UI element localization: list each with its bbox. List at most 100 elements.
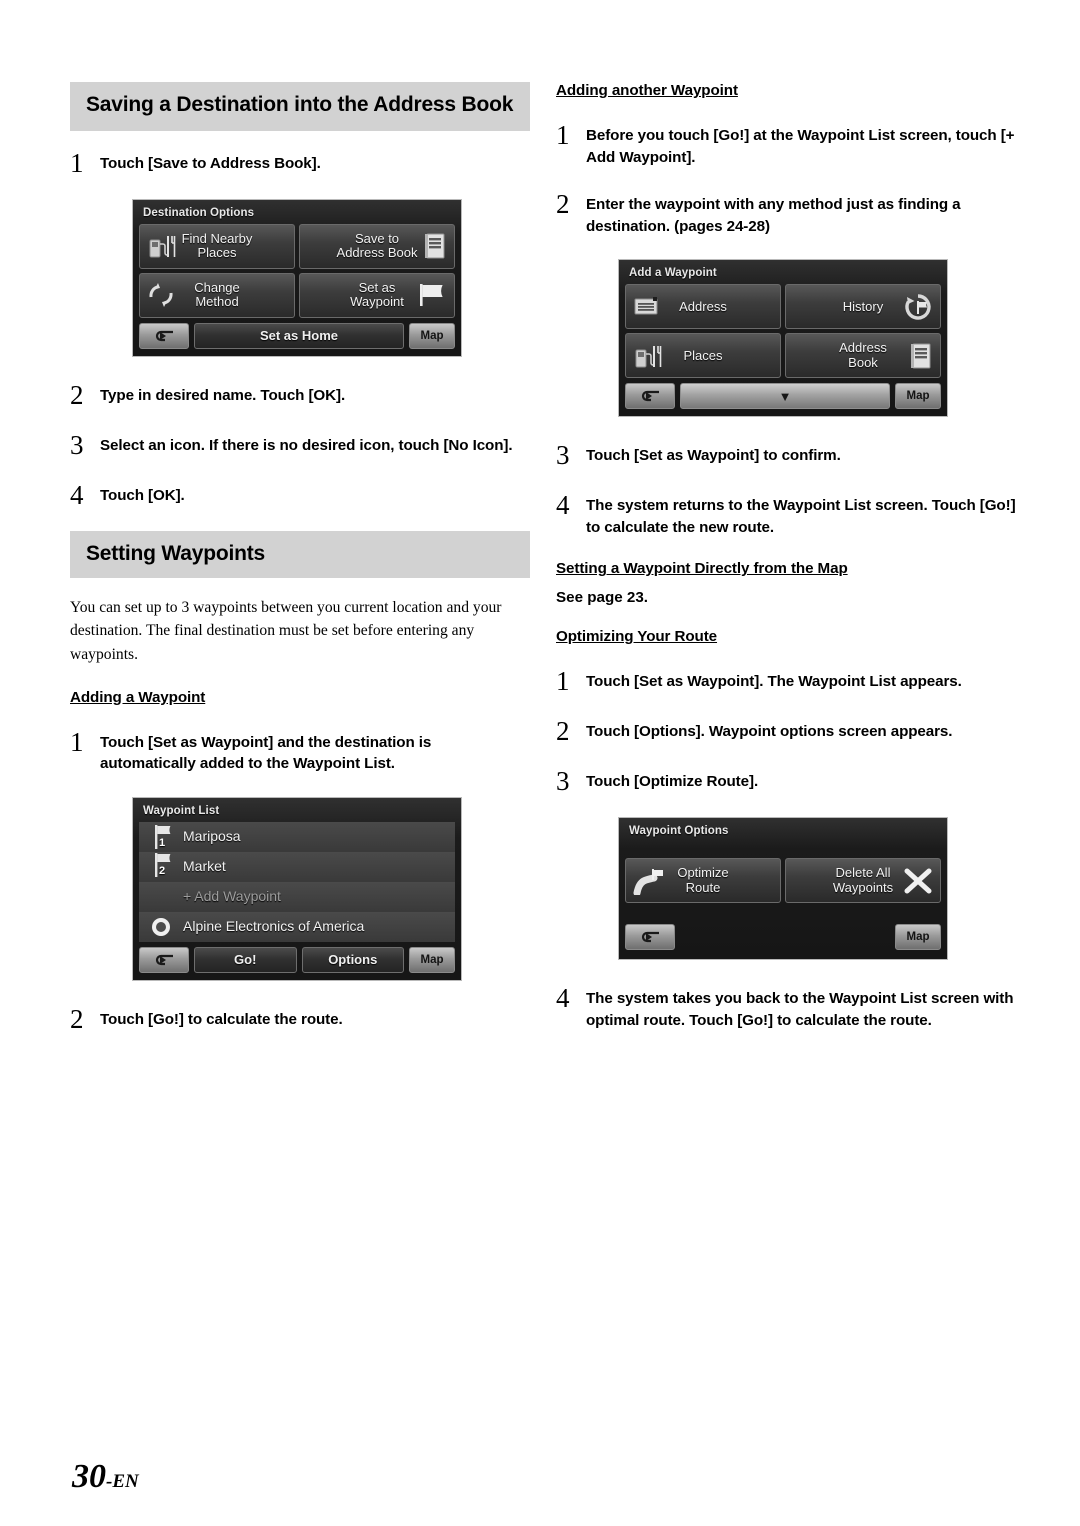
two-arrows-icon xyxy=(147,281,177,309)
back-arrow-icon xyxy=(155,330,173,341)
step-text: Touch [Save to Address Book]. xyxy=(100,154,321,172)
left-column: Saving a Destination into the Address Bo… xyxy=(70,82,530,1055)
step-number: 2 xyxy=(70,379,84,410)
step-number: 3 xyxy=(70,429,84,460)
step-text: Type in desired name. Touch [OK]. xyxy=(100,386,346,404)
flag-icon xyxy=(417,281,447,309)
step-number: 1 xyxy=(70,147,84,178)
button-grid: Optimize Route Delete All Waypoints xyxy=(625,858,941,904)
waypoint-row-label: Market xyxy=(183,858,226,875)
address-button[interactable]: Address xyxy=(625,284,781,330)
add-a-waypoint-screenshot: Add a Waypoint Address History Places Ad… xyxy=(618,259,948,418)
setting-waypoints-intro: You can set up to 3 waypoints between yo… xyxy=(70,598,502,664)
page-footer: 30-EN xyxy=(72,1458,139,1496)
bottom-bar: Set as Home Map xyxy=(139,322,455,349)
back-arrow-icon xyxy=(641,391,659,402)
bottom-bar: Go! Options Map xyxy=(139,946,455,973)
subheading-adding-another-waypoint: Adding another Waypoint xyxy=(556,82,738,99)
page-number: 30 xyxy=(72,1458,106,1495)
delete-all-waypoints-button[interactable]: Delete All Waypoints xyxy=(785,858,941,904)
bottom-bar: Map xyxy=(625,924,941,951)
address-card-icon xyxy=(633,295,661,319)
waypoint-rows: 1 Mariposa 2 Market + Add Waypoint Alpin… xyxy=(139,821,455,942)
screen-title: Destination Options xyxy=(143,206,255,219)
step-number: 1 xyxy=(556,666,570,697)
svg-text:1: 1 xyxy=(159,837,165,849)
waypoint-row-1[interactable]: 1 Mariposa xyxy=(139,821,455,852)
options-button[interactable]: Options xyxy=(301,946,404,973)
add-waypoint-row[interactable]: + Add Waypoint xyxy=(139,881,455,912)
step-text: Select an icon. If there is no desired i… xyxy=(100,436,513,454)
find-nearby-places-button[interactable]: Find Nearby Places xyxy=(139,223,295,269)
history-button[interactable]: History xyxy=(785,284,941,330)
section-heading-saving-destination: Saving a Destination into the Address Bo… xyxy=(70,82,530,131)
step-item: 1 Touch [Save to Address Book]. xyxy=(70,149,530,177)
subheading-waypoint-from-map: Setting a Waypoint Directly from the Map xyxy=(556,560,848,578)
optimize-route-button[interactable]: Optimize Route xyxy=(625,858,781,904)
bottom-bar: ▼ Map xyxy=(625,383,941,410)
map-button[interactable]: Map xyxy=(895,383,941,410)
waypoint-list-screenshot: Waypoint List 1 Mariposa 2 Market + Add … xyxy=(132,796,462,981)
step-item: 2 Touch [Options]. Waypoint options scre… xyxy=(556,717,1016,745)
back-button[interactable] xyxy=(625,924,675,951)
places-button[interactable]: Places xyxy=(625,333,781,379)
button-grid: Address History Places Address Book xyxy=(625,284,941,379)
waypoint-row-2[interactable]: 2 Market xyxy=(139,851,455,882)
address-book-button[interactable]: Address Book xyxy=(785,333,941,379)
right-column: Adding another Waypoint 1 Before you tou… xyxy=(556,82,1016,1054)
back-button[interactable] xyxy=(139,322,189,349)
address-book-icon xyxy=(909,342,933,370)
waypoint-row-label: + Add Waypoint xyxy=(183,888,281,905)
destination-options-screenshot: Destination Options Find Nearby Places S… xyxy=(132,198,462,357)
step-item: 4 The system takes you back to the Waypo… xyxy=(556,984,1016,1031)
gas-pump-fork-knife-icon xyxy=(147,232,177,260)
step-number: 4 xyxy=(70,479,84,510)
step-item: 4 Touch [OK]. xyxy=(70,481,530,509)
destination-row[interactable]: Alpine Electronics of America xyxy=(139,911,455,942)
save-to-address-book-button[interactable]: Save to Address Book xyxy=(299,223,455,269)
page-language-suffix: -EN xyxy=(106,1471,139,1492)
scroll-down-button[interactable]: ▼ xyxy=(680,383,890,410)
step-text: The system returns to the Waypoint List … xyxy=(586,497,1016,536)
step-item: 2 Enter the waypoint with any method jus… xyxy=(556,190,1016,237)
back-arrow-icon xyxy=(155,954,173,966)
go-button[interactable]: Go! xyxy=(194,946,297,973)
history-flag-icon xyxy=(903,292,933,322)
subheading-adding-a-waypoint: Adding a Waypoint xyxy=(70,688,206,706)
step-text: Before you touch [Go!] at the Waypoint L… xyxy=(586,127,1015,166)
set-as-waypoint-button[interactable]: Set as Waypoint xyxy=(299,272,455,318)
step-number: 2 xyxy=(556,189,570,220)
manual-page: Saving a Destination into the Address Bo… xyxy=(0,0,1080,1526)
step-number: 4 xyxy=(556,983,570,1014)
address-book-icon xyxy=(423,232,447,260)
step-item: 1 Touch [Set as Waypoint] and the destin… xyxy=(70,728,530,775)
waypoint-row-label: Mariposa xyxy=(183,828,241,845)
step-number: 1 xyxy=(556,120,570,150)
x-cross-icon xyxy=(903,867,933,895)
map-button[interactable]: Map xyxy=(409,322,455,349)
step-text: Touch [Set as Waypoint]. The Waypoint Li… xyxy=(586,673,962,691)
step-text: Touch [Set as Waypoint] to confirm. xyxy=(586,447,841,465)
back-button[interactable] xyxy=(139,946,189,973)
gas-pump-fork-knife-icon xyxy=(633,342,663,370)
section-heading-setting-waypoints: Setting Waypoints xyxy=(70,530,530,578)
step-text: Touch [Set as Waypoint] and the destinat… xyxy=(100,733,432,773)
screen-title: Waypoint Options xyxy=(629,825,729,838)
svg-text:2: 2 xyxy=(159,865,165,877)
step-text: Enter the waypoint with any method just … xyxy=(586,196,961,235)
step-number: 3 xyxy=(556,440,570,471)
subheading-optimizing-your-route: Optimizing Your Route xyxy=(556,628,718,646)
map-button[interactable]: Map xyxy=(409,946,455,973)
step-item: 4 The system returns to the Waypoint Lis… xyxy=(556,491,1016,538)
change-method-button[interactable]: Change Method xyxy=(139,272,295,318)
step-text: The system takes you back to the Waypoin… xyxy=(586,990,1014,1030)
step-text: Touch [Options]. Waypoint options screen… xyxy=(586,723,953,741)
step-item: 3 Touch [Optimize Route]. xyxy=(556,767,1016,795)
set-as-home-button[interactable]: Set as Home xyxy=(194,322,404,349)
waypoint-row-label: Alpine Electronics of America xyxy=(183,918,365,935)
waypoint-options-screenshot: Waypoint Options Optimize Route Delete A… xyxy=(618,817,948,961)
back-button[interactable] xyxy=(625,383,675,410)
step-text: Touch [Go!] to calculate the route. xyxy=(100,1010,343,1028)
step-item: 1 Before you touch [Go!] at the Waypoint… xyxy=(556,121,1016,168)
map-button[interactable]: Map xyxy=(895,924,941,951)
